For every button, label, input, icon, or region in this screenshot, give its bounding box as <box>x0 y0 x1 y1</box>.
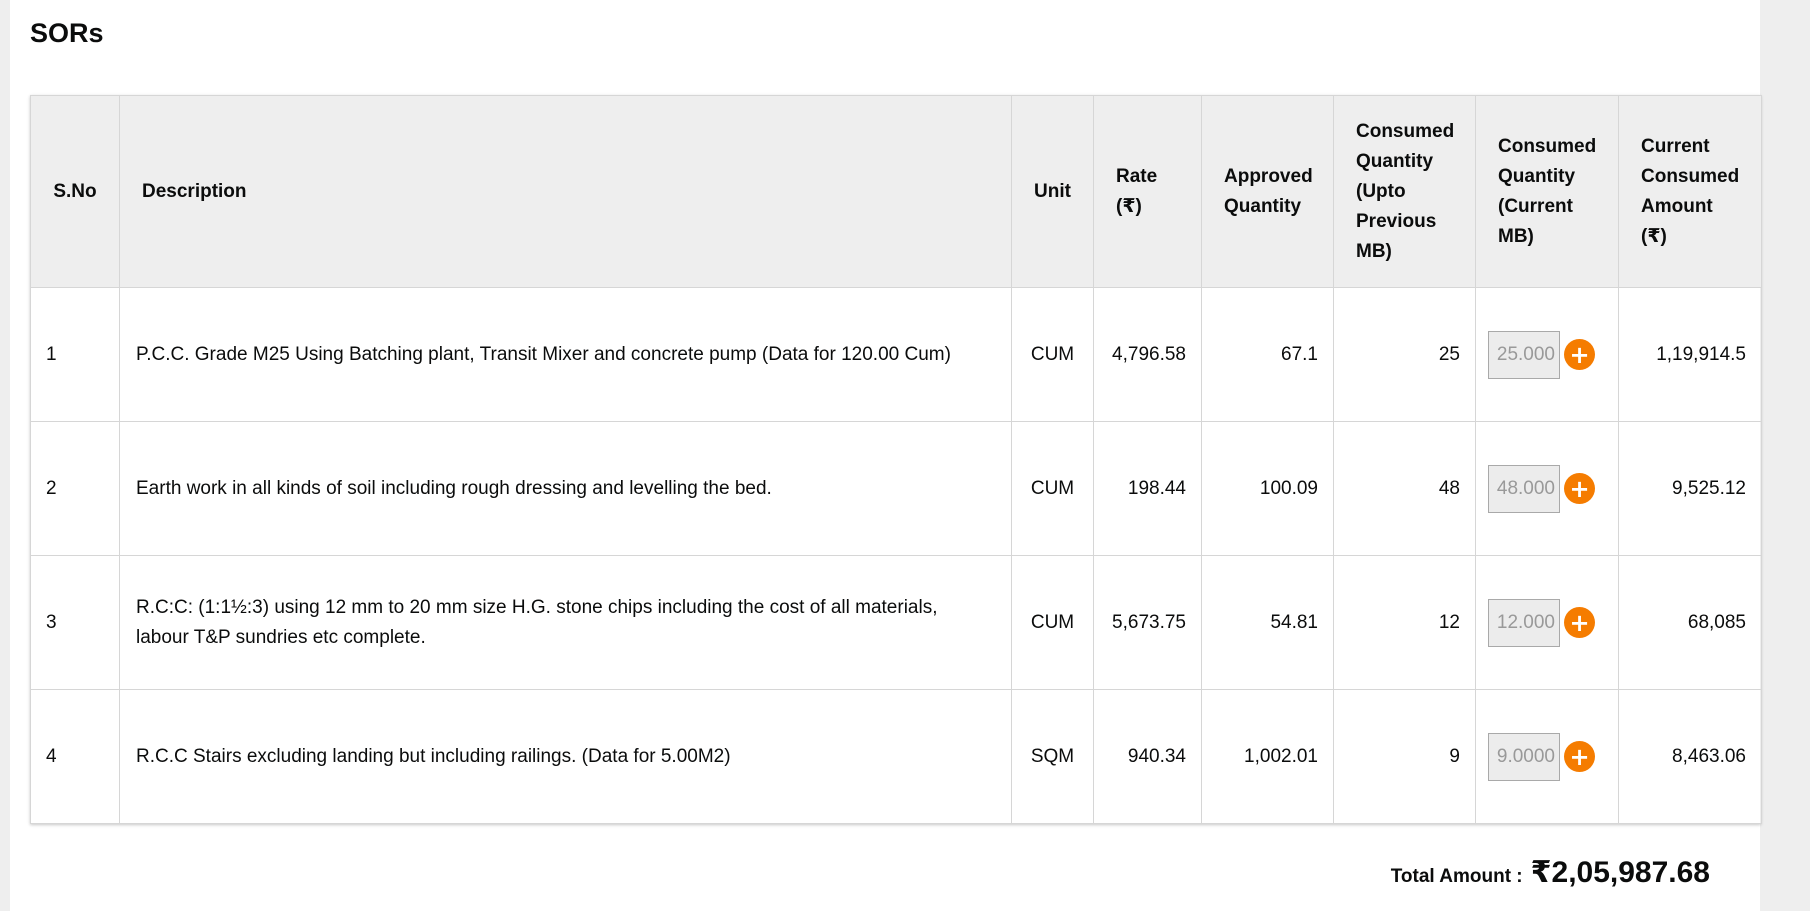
total-amount-label: Total Amount : <box>1390 866 1523 887</box>
add-quantity-button[interactable]: + <box>1564 607 1595 638</box>
plus-icon: + <box>1569 340 1590 369</box>
cell-current-amount: 1,19,914.5 <box>1618 287 1762 422</box>
cell-current-amount: 8,463.06 <box>1618 689 1762 824</box>
consumed-current-group: + <box>1488 464 1606 513</box>
header-sno: S.No <box>30 95 120 288</box>
header-row: S.No Description Unit Rate (₹) Approved … <box>30 95 1762 288</box>
total-amount-value: ₹2,05,987.68 <box>1530 856 1710 889</box>
cell-description: Earth work in all kinds of soil includin… <box>119 421 1012 556</box>
cell-rate: 198.44 <box>1093 421 1202 556</box>
sors-table-container: S.No Description Unit Rate (₹) Approved … <box>30 95 1762 824</box>
plus-icon: + <box>1569 742 1590 771</box>
table-row: 1 P.C.C. Grade M25 Using Batching plant,… <box>30 287 1762 422</box>
cell-consumed-previous: 12 <box>1333 555 1476 690</box>
add-quantity-button[interactable]: + <box>1564 741 1595 772</box>
page-title: SORs <box>30 18 104 48</box>
cell-description: R.C.C Stairs excluding landing but inclu… <box>119 689 1012 824</box>
table-row: 4 R.C.C Stairs excluding landing but inc… <box>30 689 1762 824</box>
table-header: S.No Description Unit Rate (₹) Approved … <box>30 95 1762 288</box>
consumed-current-group: + <box>1488 330 1606 379</box>
add-quantity-button[interactable]: + <box>1564 473 1595 504</box>
sors-table: S.No Description Unit Rate (₹) Approved … <box>30 95 1762 824</box>
header-consumed-current: Consumed Quantity (Current MB) <box>1475 95 1619 288</box>
cell-consumed-previous: 25 <box>1333 287 1476 422</box>
cell-rate: 5,673.75 <box>1093 555 1202 690</box>
cell-rate: 940.34 <box>1093 689 1202 824</box>
cell-consumed-current: + <box>1475 421 1619 556</box>
plus-icon: + <box>1569 608 1590 637</box>
header-unit: Unit <box>1011 95 1094 288</box>
consumed-current-group: + <box>1488 598 1606 647</box>
consumed-current-group: + <box>1488 732 1606 781</box>
cell-current-amount: 68,085 <box>1618 555 1762 690</box>
cell-approved-quantity: 1,002.01 <box>1201 689 1334 824</box>
cell-consumed-current: + <box>1475 689 1619 824</box>
cell-approved-quantity: 54.81 <box>1201 555 1334 690</box>
cell-sno: 1 <box>30 287 120 422</box>
cell-sno: 3 <box>30 555 120 690</box>
cell-approved-quantity: 67.1 <box>1201 287 1334 422</box>
sors-panel: SORs S.No Description Unit Rate (₹) Appr… <box>10 0 1762 911</box>
table-row: 2 Earth work in all kinds of soil includ… <box>30 421 1762 556</box>
header-current-amount: Current Consumed Amount (₹) <box>1618 95 1762 288</box>
cell-unit: CUM <box>1011 287 1094 422</box>
consumed-quantity-input[interactable] <box>1488 598 1560 647</box>
cell-current-amount: 9,525.12 <box>1618 421 1762 556</box>
header-description: Description <box>119 95 1012 288</box>
cell-consumed-current: + <box>1475 555 1619 690</box>
cell-rate: 4,796.58 <box>1093 287 1202 422</box>
header-rate: Rate (₹) <box>1093 95 1202 288</box>
cell-approved-quantity: 100.09 <box>1201 421 1334 556</box>
add-quantity-button[interactable]: + <box>1564 339 1595 370</box>
cell-description: P.C.C. Grade M25 Using Batching plant, T… <box>119 287 1012 422</box>
cell-sno: 2 <box>30 421 120 556</box>
header-consumed-previous: Consumed Quantity (Upto Previous MB) <box>1333 95 1476 288</box>
plus-icon: + <box>1569 474 1590 503</box>
cell-consumed-previous: 48 <box>1333 421 1476 556</box>
cell-unit: SQM <box>1011 689 1094 824</box>
header-approved-quantity: Approved Quantity <box>1201 95 1334 288</box>
cell-unit: CUM <box>1011 421 1094 556</box>
cell-unit: CUM <box>1011 555 1094 690</box>
total-amount: Total Amount : ₹2,05,987.68 <box>1391 855 1710 890</box>
cell-consumed-current: + <box>1475 287 1619 422</box>
table-row: 3 R.C:C: (1:1½:3) using 12 mm to 20 mm s… <box>30 555 1762 690</box>
cell-consumed-previous: 9 <box>1333 689 1476 824</box>
consumed-quantity-input[interactable] <box>1488 464 1560 513</box>
cell-sno: 4 <box>30 689 120 824</box>
cell-description: R.C:C: (1:1½:3) using 12 mm to 20 mm siz… <box>119 555 1012 690</box>
table-body: 1 P.C.C. Grade M25 Using Batching plant,… <box>30 287 1762 824</box>
consumed-quantity-input[interactable] <box>1488 732 1560 781</box>
consumed-quantity-input[interactable] <box>1488 330 1560 379</box>
